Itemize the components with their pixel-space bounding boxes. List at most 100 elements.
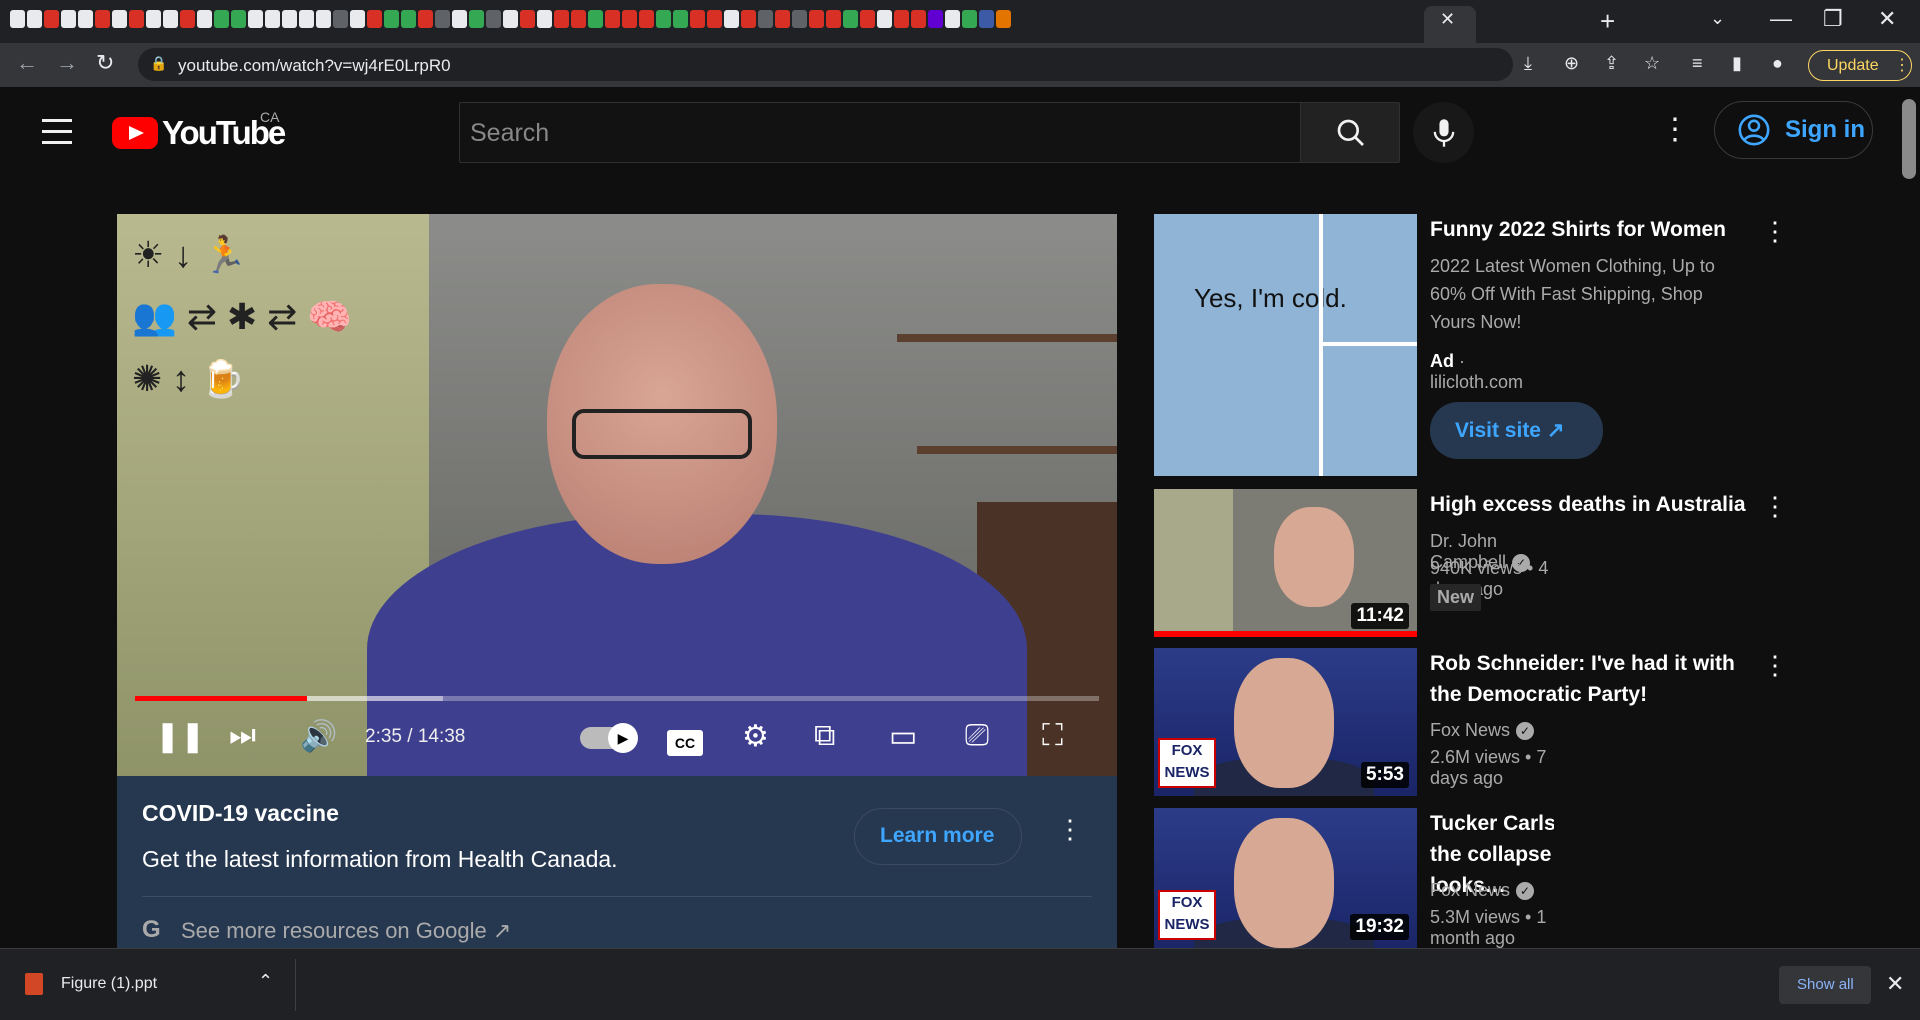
autoplay-toggle[interactable] (580, 723, 638, 753)
miniplayer-icon[interactable]: ⧉ (814, 719, 835, 753)
video-frame-shelf (917, 446, 1117, 454)
side-panel-icon[interactable]: ▮ (1732, 53, 1742, 74)
video-duration: 5:53 (1360, 762, 1409, 788)
video-thumbnail[interactable]: FOX NEWS 19:32 (1154, 808, 1417, 948)
browser-tab-strip: ✕ + ⌄ — ❐ ✕ (0, 0, 1920, 43)
next-video-icon[interactable]: ⏭ (229, 719, 256, 753)
channel-name-text: Fox News (1430, 720, 1511, 740)
ad-thumbnail[interactable]: Yes, I'm cold. (1154, 214, 1417, 476)
account-icon (1738, 114, 1770, 146)
info-panel-kebab-icon[interactable]: ⋮ (1057, 814, 1083, 845)
region-code: CA (260, 109, 280, 125)
volume-icon[interactable]: 🔊 (300, 719, 337, 754)
chevron-up-icon[interactable]: ⌃ (258, 971, 273, 992)
search-box[interactable] (459, 102, 1301, 163)
youtube-masthead: YouTube CA ⋮ Sign in (0, 87, 1898, 177)
close-downloads-icon[interactable]: ✕ (1886, 971, 1904, 997)
video-player[interactable]: ☀ ↓ 🏃 👥 ⇄ ✱ ⇄ 🧠 ✺ ↕ 🍺 ❚❚ ⏭ 🔊 2:35 / 14:38 … (117, 214, 1117, 776)
covid-info-panel: COVID-19 vaccine Get the latest informat… (117, 776, 1117, 948)
settings-kebab-icon[interactable]: ⋮ (1660, 112, 1690, 147)
see-more-google-link[interactable]: See more resources on Google ↗ (181, 918, 511, 944)
video-thumbnail[interactable]: FOX NEWS 5:53 (1154, 648, 1417, 796)
sign-in-button[interactable]: Sign in (1714, 101, 1873, 159)
thumbnail-face (1234, 818, 1334, 948)
downloads-bar: Figure (1).ppt ⌃ Show all ✕ (0, 948, 1920, 1020)
thumbnail-face (1234, 658, 1334, 788)
channel-name-text: Fox News (1430, 880, 1511, 900)
minimize-button[interactable]: — (1770, 6, 1792, 32)
video-stats: 5.3M views • 1 month ago (1430, 907, 1547, 948)
voice-search-button[interactable] (1413, 102, 1474, 163)
video-duration: 11:42 (1351, 603, 1409, 629)
ad-label: Ad (1430, 351, 1454, 371)
bookmark-star-icon[interactable]: ☆ (1644, 53, 1660, 74)
progress-bar[interactable] (135, 696, 1099, 701)
learn-more-button[interactable]: Learn more (854, 808, 1022, 865)
ad-thumbnail-text: Yes, I'm cold. (1194, 283, 1347, 313)
reading-list-icon[interactable]: ≡ (1692, 53, 1703, 74)
google-icon: G (142, 916, 161, 943)
reload-icon[interactable]: ↻ (96, 50, 114, 76)
tab-search-icon[interactable]: ⌄ (1710, 8, 1725, 29)
info-panel-text: Get the latest information from Health C… (142, 846, 618, 872)
menu-dots-icon[interactable]: ⋮ (1894, 55, 1910, 75)
subtitles-button[interactable]: CC (667, 730, 703, 756)
theater-mode-icon[interactable]: ▭ (889, 719, 917, 754)
browser-toolbar: ← → ↻ 🔒 youtube.com/watch?v=wj4rE0LrpR0 … (0, 43, 1920, 87)
watched-progress (1154, 631, 1417, 637)
progress-played (135, 696, 307, 701)
video-title[interactable]: High excess deaths in Australia (1430, 489, 1750, 520)
microphone-icon (1433, 119, 1455, 147)
profile-icon[interactable]: ● (1772, 53, 1783, 74)
page-scrollbar[interactable] (1898, 87, 1920, 948)
related-video-1[interactable]: 11:42 High excess deaths in Australia ⋮ … (1154, 489, 1788, 637)
video-duration: 19:32 (1350, 914, 1409, 940)
close-window-button[interactable]: ✕ (1878, 6, 1896, 32)
thumbnail-face (1274, 507, 1354, 607)
channel-name[interactable]: Fox News ✓ (1430, 720, 1535, 741)
video-thumbnail[interactable]: 11:42 (1154, 489, 1417, 637)
related-video-3[interactable]: FOX NEWS 19:32 Tucker Carlson: This is w… (1154, 808, 1554, 948)
scrollbar-thumb[interactable] (1902, 99, 1916, 179)
video-frame-shelf (897, 334, 1117, 342)
channel-name[interactable]: Fox News ✓ (1430, 880, 1535, 901)
video-kebab-icon[interactable]: ⋮ (1762, 491, 1788, 522)
ad-title[interactable]: Funny 2022 Shirts for Women (1430, 214, 1750, 245)
info-panel-title: COVID-19 vaccine (142, 800, 339, 826)
tab-close-icon[interactable]: ✕ (1440, 9, 1455, 30)
sign-in-label: Sign in (1785, 116, 1865, 143)
fullscreen-icon[interactable]: ⛶ (1042, 719, 1063, 753)
new-tab-button[interactable]: + (1600, 6, 1615, 37)
ad-sponsor-line: Ad · lilicloth.com (1430, 351, 1524, 392)
video-kebab-icon[interactable]: ⋮ (1762, 650, 1788, 681)
video-title[interactable]: Rob Schneider: I've had it with the Demo… (1430, 648, 1750, 710)
maximize-button[interactable]: ❐ (1823, 6, 1843, 32)
show-all-button[interactable]: Show all (1779, 966, 1871, 1004)
share-icon[interactable]: ⇪ (1604, 53, 1619, 74)
install-icon[interactable]: ⤓ (1524, 53, 1532, 74)
forward-icon[interactable]: → (56, 50, 78, 76)
pause-icon[interactable]: ❚❚ (155, 719, 205, 754)
related-video-2[interactable]: FOX NEWS 5:53 Rob Schneider: I've had it… (1154, 648, 1788, 796)
ad-card[interactable]: Yes, I'm cold. Funny 2022 Shirts for Wom… (1154, 214, 1788, 476)
zoom-icon[interactable]: ⊕ (1564, 53, 1579, 74)
download-file-name[interactable]: Figure (1).ppt (61, 975, 157, 993)
video-frame-glasses (572, 409, 752, 459)
search-input[interactable] (470, 115, 1280, 151)
visit-site-button[interactable]: Visit site ↗ (1430, 402, 1603, 459)
ad-domain: lilicloth.com (1430, 372, 1524, 392)
ad-description: 2022 Latest Women Clothing, Up to 60% Of… (1430, 256, 1715, 332)
settings-gear-icon[interactable]: ⚙ (742, 719, 769, 754)
back-icon[interactable]: ← (16, 50, 38, 76)
url-text[interactable]: youtube.com/watch?v=wj4rE0LrpR0 (178, 56, 451, 76)
pinned-tabs[interactable] (10, 10, 1011, 28)
search-button[interactable] (1300, 102, 1400, 163)
time-display: 2:35 / 14:38 (365, 726, 466, 747)
cast-icon[interactable]: ⎚ (965, 719, 989, 753)
verified-icon: ✓ (1516, 722, 1535, 741)
menu-icon[interactable] (42, 119, 72, 152)
youtube-logo-icon[interactable] (112, 117, 158, 149)
ad-kebab-icon[interactable]: ⋮ (1762, 216, 1788, 247)
address-bar[interactable]: 🔒 youtube.com/watch?v=wj4rE0LrpR0 (138, 48, 1513, 81)
ppt-file-icon (25, 973, 43, 995)
